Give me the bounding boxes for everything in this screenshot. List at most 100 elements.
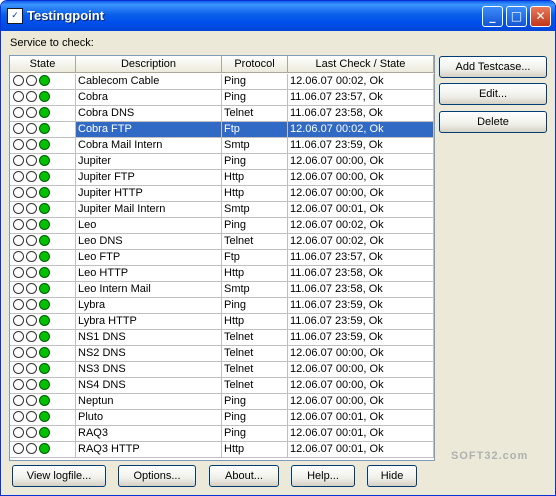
delete-button[interactable]: Delete (439, 111, 547, 133)
table-row[interactable]: Pluto Ping 12.06.07 00:01, Ok (10, 410, 434, 426)
description-cell[interactable]: Leo Intern Mail (76, 282, 222, 298)
table-row[interactable]: Leo HTTP Http 11.06.07 23:58, Ok (10, 266, 434, 282)
table-row[interactable]: Neptun Ping 12.06.07 00:00, Ok (10, 394, 434, 410)
description-cell[interactable]: Jupiter FTP (76, 170, 222, 186)
protocol-cell[interactable]: Telnet (222, 346, 288, 362)
description-cell[interactable]: Jupiter HTTP (76, 186, 222, 202)
protocol-cell[interactable]: Http (222, 186, 288, 202)
description-cell[interactable]: Jupiter (76, 154, 222, 170)
table-row[interactable]: Cablecom Cable Ping 12.06.07 00:02, Ok (10, 74, 434, 90)
title-bar[interactable]: ✓ Testingpoint _ □ ✕ (1, 1, 555, 31)
protocol-cell[interactable]: Http (222, 266, 288, 282)
last-check-cell[interactable]: 11.06.07 23:57, Ok (288, 250, 434, 266)
protocol-cell[interactable]: Ftp (222, 122, 288, 138)
last-check-cell[interactable]: 11.06.07 23:59, Ok (288, 298, 434, 314)
protocol-cell[interactable]: Ping (222, 218, 288, 234)
protocol-cell[interactable]: Smtp (222, 138, 288, 154)
description-cell[interactable]: Jupiter Mail Intern (76, 202, 222, 218)
last-check-cell[interactable]: 11.06.07 23:58, Ok (288, 106, 434, 122)
last-check-cell[interactable]: 11.06.07 23:58, Ok (288, 266, 434, 282)
description-cell[interactable]: Pluto (76, 410, 222, 426)
description-cell[interactable]: Cobra DNS (76, 106, 222, 122)
protocol-cell[interactable]: Telnet (222, 330, 288, 346)
last-check-cell[interactable]: 12.06.07 00:01, Ok (288, 410, 434, 426)
description-cell[interactable]: NS3 DNS (76, 362, 222, 378)
last-check-cell[interactable]: 12.06.07 00:02, Ok (288, 74, 434, 90)
column-header-protocol[interactable]: Protocol (222, 56, 288, 73)
last-check-cell[interactable]: 11.06.07 23:59, Ok (288, 314, 434, 330)
description-cell[interactable]: NS2 DNS (76, 346, 222, 362)
last-check-cell[interactable]: 12.06.07 00:02, Ok (288, 218, 434, 234)
table-row[interactable]: NS2 DNS Telnet 12.06.07 00:00, Ok (10, 346, 434, 362)
table-row[interactable]: Jupiter FTP Http 12.06.07 00:00, Ok (10, 170, 434, 186)
description-cell[interactable]: NS4 DNS (76, 378, 222, 394)
last-check-cell[interactable]: 11.06.07 23:59, Ok (288, 330, 434, 346)
table-row[interactable]: Cobra DNS Telnet 11.06.07 23:58, Ok (10, 106, 434, 122)
last-check-cell[interactable]: 12.06.07 00:00, Ok (288, 186, 434, 202)
description-cell[interactable]: Leo DNS (76, 234, 222, 250)
protocol-cell[interactable]: Ping (222, 426, 288, 442)
last-check-cell[interactable]: 12.06.07 00:00, Ok (288, 394, 434, 410)
service-table[interactable]: State Description Protocol Last Check / … (9, 55, 435, 461)
protocol-cell[interactable]: Http (222, 170, 288, 186)
protocol-cell[interactable]: Telnet (222, 234, 288, 250)
last-check-cell[interactable]: 12.06.07 00:00, Ok (288, 362, 434, 378)
table-row[interactable]: NS4 DNS Telnet 12.06.07 00:00, Ok (10, 378, 434, 394)
table-row[interactable]: Cobra Ping 11.06.07 23:57, Ok (10, 90, 434, 106)
table-row[interactable]: Leo Ping 12.06.07 00:02, Ok (10, 218, 434, 234)
table-row[interactable]: Leo DNS Telnet 12.06.07 00:02, Ok (10, 234, 434, 250)
last-check-cell[interactable]: 12.06.07 00:02, Ok (288, 234, 434, 250)
protocol-cell[interactable]: Ping (222, 154, 288, 170)
description-cell[interactable]: Lybra HTTP (76, 314, 222, 330)
column-header-description[interactable]: Description (76, 56, 222, 73)
last-check-cell[interactable]: 12.06.07 00:01, Ok (288, 426, 434, 442)
column-header-state[interactable]: State (10, 56, 76, 73)
last-check-cell[interactable]: 12.06.07 00:00, Ok (288, 378, 434, 394)
about-button[interactable]: About... (209, 465, 279, 487)
help-button[interactable]: Help... (291, 465, 355, 487)
last-check-cell[interactable]: 11.06.07 23:59, Ok (288, 138, 434, 154)
last-check-cell[interactable]: 11.06.07 23:58, Ok (288, 282, 434, 298)
protocol-cell[interactable]: Ping (222, 394, 288, 410)
description-cell[interactable]: Leo FTP (76, 250, 222, 266)
protocol-cell[interactable]: Telnet (222, 362, 288, 378)
table-row[interactable]: Jupiter Mail Intern Smtp 12.06.07 00:01, O… (10, 202, 434, 218)
description-cell[interactable]: Leo (76, 218, 222, 234)
protocol-cell[interactable]: Telnet (222, 378, 288, 394)
description-cell[interactable]: RAQ3 (76, 426, 222, 442)
description-cell[interactable]: Neptun (76, 394, 222, 410)
table-row[interactable]: Lybra Ping 11.06.07 23:59, Ok (10, 298, 434, 314)
description-cell[interactable]: Cobra (76, 90, 222, 106)
protocol-cell[interactable]: Ping (222, 298, 288, 314)
table-row[interactable]: NS3 DNS Telnet 12.06.07 00:00, Ok (10, 362, 434, 378)
close-button[interactable]: ✕ (530, 6, 551, 27)
maximize-button[interactable]: □ (506, 6, 527, 27)
protocol-cell[interactable]: Smtp (222, 202, 288, 218)
view-logfile-button[interactable]: View logfile... (12, 465, 106, 487)
last-check-cell[interactable]: 12.06.07 00:02, Ok (288, 122, 434, 138)
table-row[interactable]: Lybra HTTP Http 11.06.07 23:59, Ok (10, 314, 434, 330)
description-cell[interactable]: RAQ3 HTTP (76, 442, 222, 458)
minimize-button[interactable]: _ (482, 6, 503, 27)
options-button[interactable]: Options... (118, 465, 196, 487)
protocol-cell[interactable]: Ping (222, 90, 288, 106)
table-row[interactable]: Leo Intern Mail Smtp 11.06.07 23:58, Ok (10, 282, 434, 298)
table-row[interactable]: Jupiter HTTP Http 12.06.07 00:00, Ok (10, 186, 434, 202)
description-cell[interactable]: Lybra (76, 298, 222, 314)
table-row[interactable]: Leo FTP Ftp 11.06.07 23:57, Ok (10, 250, 434, 266)
protocol-cell[interactable]: Http (222, 314, 288, 330)
table-row[interactable]: Jupiter Ping 12.06.07 00:00, Ok (10, 154, 434, 170)
protocol-cell[interactable]: Http (222, 442, 288, 458)
last-check-cell[interactable]: 12.06.07 00:00, Ok (288, 154, 434, 170)
description-cell[interactable]: Cobra FTP (76, 122, 222, 138)
description-cell[interactable]: Cobra Mail Intern (76, 138, 222, 154)
description-cell[interactable]: Leo HTTP (76, 266, 222, 282)
protocol-cell[interactable]: Ping (222, 410, 288, 426)
last-check-cell[interactable]: 11.06.07 23:57, Ok (288, 90, 434, 106)
protocol-cell[interactable]: Smtp (222, 282, 288, 298)
table-row[interactable]: Cobra Mail Intern Smtp 11.06.07 23:59, Ok (10, 138, 434, 154)
edit-button[interactable]: Edit... (439, 83, 547, 105)
description-cell[interactable]: NS1 DNS (76, 330, 222, 346)
description-cell[interactable]: Cablecom Cable (76, 74, 222, 90)
last-check-cell[interactable]: 12.06.07 00:00, Ok (288, 170, 434, 186)
